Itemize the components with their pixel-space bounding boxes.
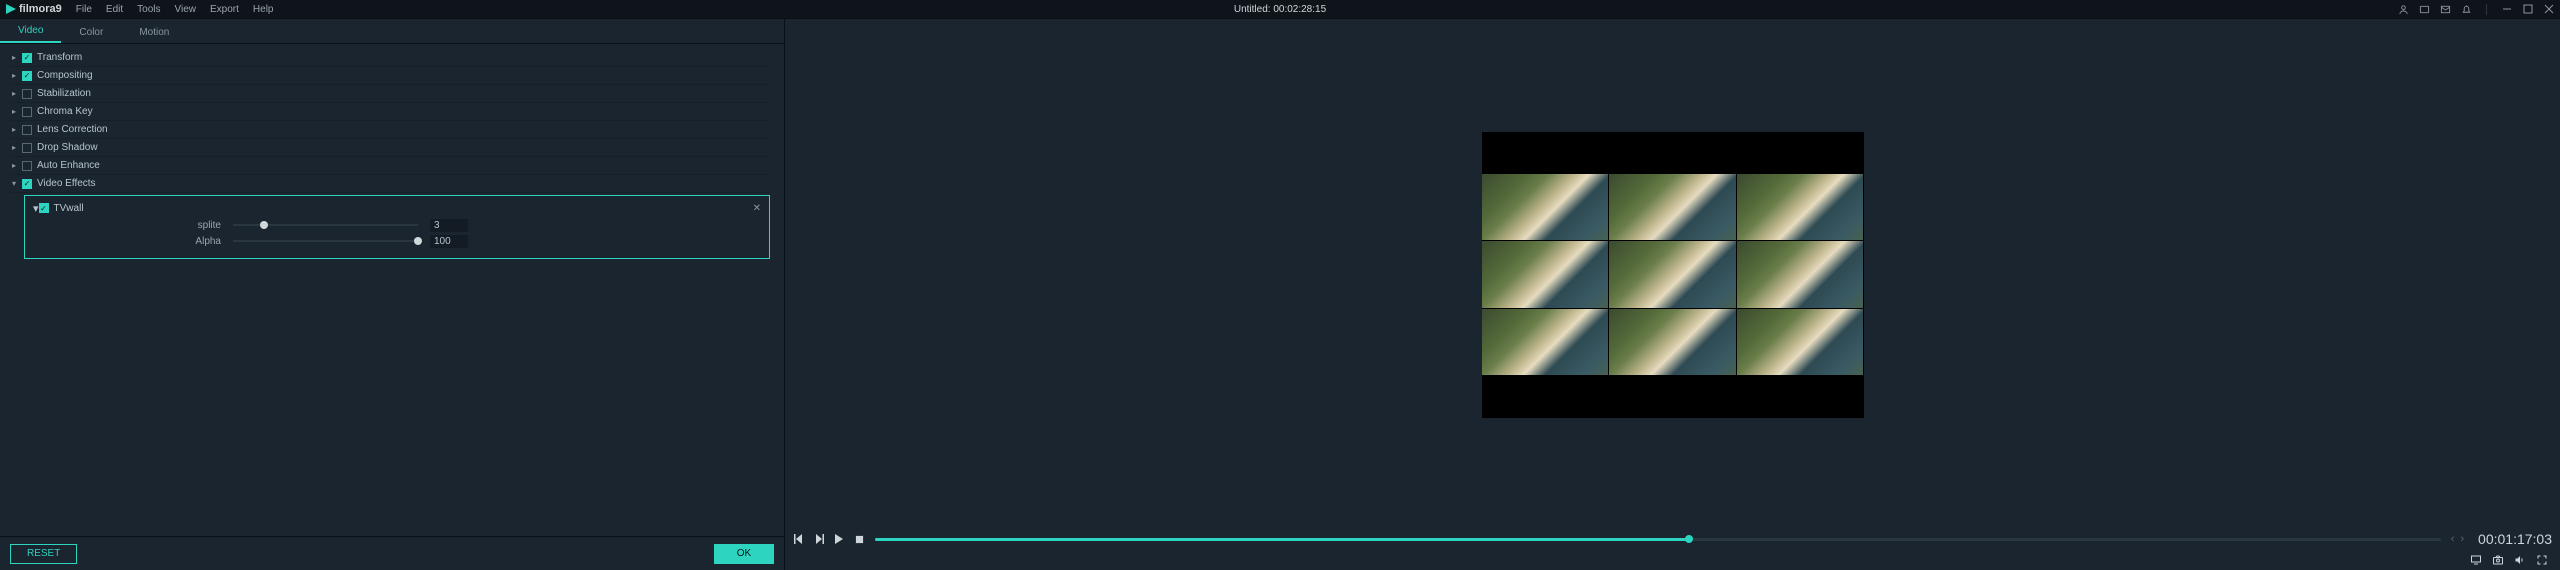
- section-checkbox[interactable]: ✓: [22, 53, 32, 63]
- section-label: Chroma Key: [37, 106, 93, 117]
- preview-timecode: 00:01:17:03: [2478, 531, 2552, 547]
- section-checkbox[interactable]: [22, 161, 32, 171]
- reset-button[interactable]: RESET: [10, 544, 77, 564]
- window-close-icon[interactable]: [2543, 4, 2554, 15]
- param-label: splite: [33, 220, 233, 231]
- section-videoeffects[interactable]: ▾✓ Video Effects: [10, 175, 770, 193]
- preview-frame: [1482, 132, 1864, 418]
- chevron-right-icon: ▸: [12, 53, 22, 62]
- preview-panel: ‹ › 00:01:17:03: [785, 19, 2560, 570]
- section-transform[interactable]: ▸✓ Transform: [10, 49, 770, 67]
- section-checkbox[interactable]: [22, 125, 32, 135]
- param-row: splite: [33, 218, 761, 232]
- prev-frame-icon[interactable]: ‹: [2451, 533, 2455, 545]
- tab-color[interactable]: Color: [61, 21, 121, 43]
- section-dropshadow[interactable]: ▸ Drop Shadow: [10, 139, 770, 157]
- effect-checkbox[interactable]: ✓: [39, 203, 49, 213]
- section-label: Stabilization: [37, 88, 91, 99]
- menu-edit[interactable]: Edit: [106, 4, 123, 15]
- scrub-bar[interactable]: [875, 538, 2441, 541]
- step-forward-icon[interactable]: [813, 533, 825, 545]
- section-autoenhance[interactable]: ▸ Auto Enhance: [10, 157, 770, 175]
- fullscreen-icon[interactable]: [2536, 554, 2548, 566]
- section-stabilization[interactable]: ▸ Stabilization: [10, 85, 770, 103]
- volume-icon[interactable]: [2514, 554, 2526, 566]
- titlebar: filmora9 File Edit Tools View Export Hel…: [0, 0, 2560, 18]
- mail-icon[interactable]: [2440, 4, 2451, 15]
- section-label: Video Effects: [37, 178, 96, 189]
- chevron-right-icon: ▸: [12, 161, 22, 170]
- next-frame-icon[interactable]: ›: [2460, 533, 2464, 545]
- app-logo: filmora9: [6, 3, 62, 15]
- chevron-right-icon: ▸: [12, 125, 22, 134]
- preview-stage: [785, 19, 2560, 530]
- param-value-input[interactable]: [430, 219, 468, 232]
- param-slider[interactable]: [233, 218, 418, 232]
- tvwall-effect-preview: [1482, 174, 1864, 375]
- close-icon[interactable]: ✕: [753, 203, 761, 214]
- snapshot-icon[interactable]: [2492, 554, 2504, 566]
- chevron-down-icon: ▾: [12, 179, 22, 188]
- menu-export[interactable]: Export: [210, 4, 239, 15]
- section-checkbox[interactable]: [22, 89, 32, 99]
- effect-box-tvwall: ▾✓TVwall✕spliteAlpha: [24, 195, 770, 259]
- window-maximize-icon[interactable]: [2522, 4, 2533, 15]
- menu-tools[interactable]: Tools: [137, 4, 160, 15]
- tab-video[interactable]: Video: [0, 19, 61, 43]
- playback-controls: ‹ › 00:01:17:03: [785, 530, 2560, 554]
- menu-file[interactable]: File: [76, 4, 92, 15]
- chevron-right-icon: ▸: [12, 71, 22, 80]
- section-label: Drop Shadow: [37, 142, 98, 153]
- param-label: Alpha: [33, 236, 233, 247]
- section-label: Auto Enhance: [37, 160, 100, 171]
- document-title: Untitled: 00:02:28:15: [1234, 4, 1326, 15]
- app-name: filmora9: [19, 3, 62, 15]
- section-checkbox[interactable]: ✓: [22, 71, 32, 81]
- main-menu: File Edit Tools View Export Help: [76, 4, 274, 15]
- section-label: Transform: [37, 52, 82, 63]
- section-checkbox[interactable]: [22, 143, 32, 153]
- window-minimize-icon[interactable]: [2501, 4, 2512, 15]
- chevron-right-icon: ▸: [12, 89, 22, 98]
- section-compositing[interactable]: ▸✓ Compositing: [10, 67, 770, 85]
- gallery-icon[interactable]: [2419, 4, 2430, 15]
- menu-view[interactable]: View: [175, 4, 197, 15]
- section-lenscorrection[interactable]: ▸ Lens Correction: [10, 121, 770, 139]
- param-value-input[interactable]: [430, 235, 468, 248]
- section-checkbox[interactable]: [22, 107, 32, 117]
- play-icon[interactable]: [833, 533, 845, 545]
- stop-icon[interactable]: [853, 533, 865, 545]
- section-chromakey[interactable]: ▸ Chroma Key: [10, 103, 770, 121]
- menu-help[interactable]: Help: [253, 4, 274, 15]
- tab-motion[interactable]: Motion: [121, 21, 187, 43]
- step-back-icon[interactable]: [793, 533, 805, 545]
- display-icon[interactable]: [2470, 554, 2482, 566]
- effect-name: TVwall: [54, 203, 84, 214]
- section-label: Lens Correction: [37, 124, 108, 135]
- chevron-right-icon: ▸: [12, 107, 22, 116]
- account-icon[interactable]: [2398, 4, 2409, 15]
- param-row: Alpha: [33, 234, 761, 248]
- chevron-right-icon: ▸: [12, 143, 22, 152]
- notification-icon[interactable]: [2461, 4, 2472, 15]
- ok-button[interactable]: OK: [714, 544, 774, 564]
- properties-panel: Video Color Motion ▸✓Transform▸✓Composit…: [0, 19, 785, 570]
- section-checkbox[interactable]: ✓: [22, 179, 32, 189]
- section-label: Compositing: [37, 70, 93, 81]
- panel-tabs: Video Color Motion: [0, 19, 784, 44]
- param-slider[interactable]: [233, 234, 418, 248]
